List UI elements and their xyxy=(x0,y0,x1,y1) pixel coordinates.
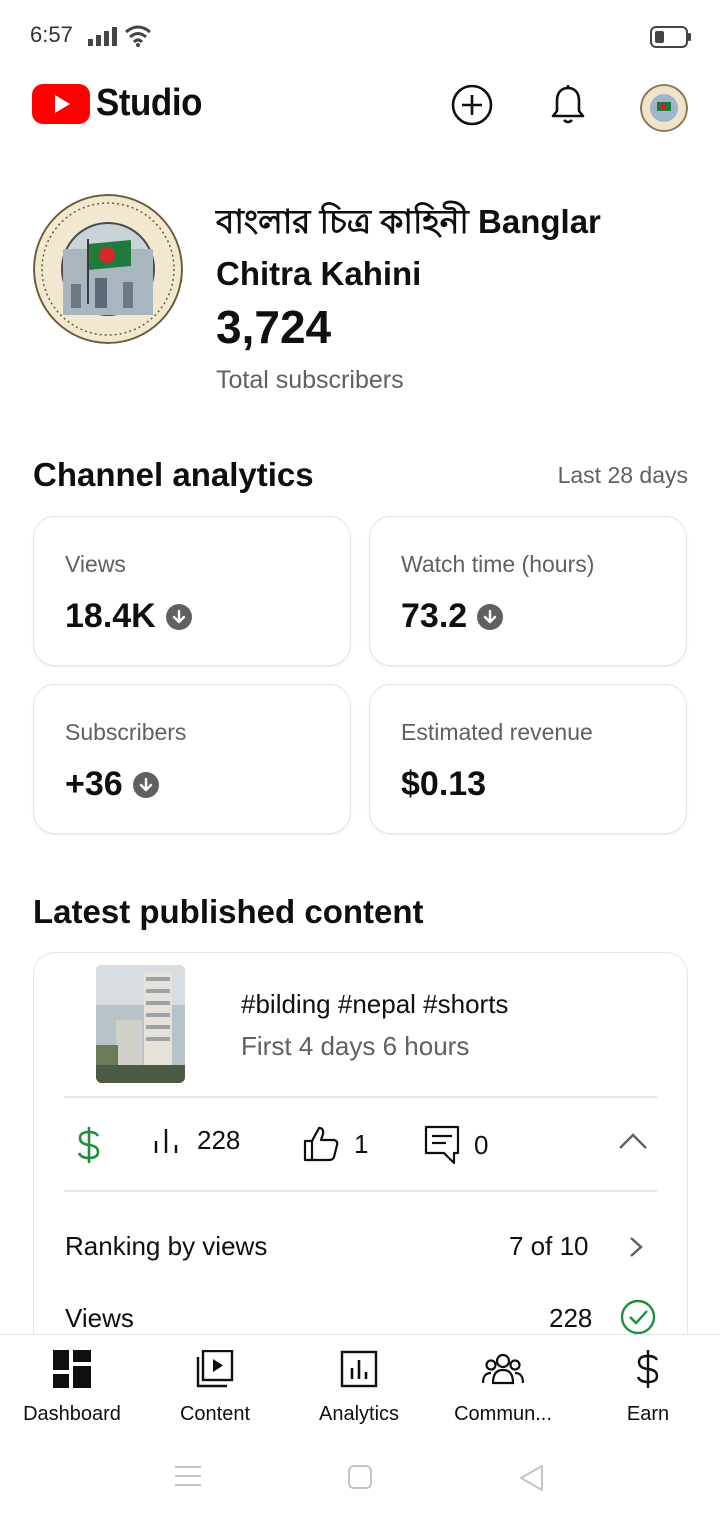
home-icon[interactable] xyxy=(347,1464,373,1490)
video-title[interactable]: #bilding #nepal #shorts xyxy=(241,989,508,1020)
likes-stat: 1 xyxy=(302,1125,368,1163)
comments-stat-value: 0 xyxy=(474,1129,489,1160)
check-circle-icon xyxy=(620,1299,656,1335)
signal-icon xyxy=(88,27,117,46)
card-value: $0.13 xyxy=(401,765,486,804)
wifi-icon xyxy=(125,25,151,47)
nav-label: Dashboard xyxy=(23,1403,121,1425)
divider xyxy=(64,1190,657,1192)
nav-community[interactable]: Commun... xyxy=(431,1349,575,1435)
content-icon xyxy=(196,1350,234,1388)
nav-label: Analytics xyxy=(318,1403,400,1425)
channel-name: বাংলার চিত্র কাহিনী Banglar Chitra Kahin… xyxy=(216,203,601,292)
card-value-text: 73.2 xyxy=(401,597,468,635)
nav-label: Commun... xyxy=(454,1403,552,1425)
comments-stat: 0 xyxy=(424,1125,488,1165)
nav-analytics[interactable]: Analytics xyxy=(287,1349,431,1435)
views-card[interactable]: Views 18.4K xyxy=(33,516,351,666)
nav-label: Content xyxy=(179,1403,251,1425)
bell-icon xyxy=(551,85,585,124)
app-title: Studio xyxy=(96,82,202,124)
channel-logo xyxy=(33,194,183,344)
comment-icon xyxy=(424,1125,460,1165)
collapse-button[interactable] xyxy=(618,1131,648,1156)
system-navigation xyxy=(0,1434,720,1520)
card-value: 73.2 xyxy=(401,597,504,636)
battery-icon xyxy=(650,26,691,48)
subscribers-card[interactable]: Subscribers +36 xyxy=(33,684,351,834)
latest-content-card: #bilding #nepal #shorts First 4 days 6 h… xyxy=(33,952,688,1372)
dashboard-icon xyxy=(53,1350,91,1388)
card-label: Views xyxy=(65,551,126,577)
card-label: Watch time (hours) xyxy=(401,551,595,577)
card-value: +36 xyxy=(65,765,159,804)
bar-chart-icon xyxy=(154,1128,178,1153)
arrow-down-icon xyxy=(477,603,504,630)
nav-label: Earn xyxy=(626,1403,670,1425)
nav-dashboard[interactable]: Dashboard xyxy=(0,1349,144,1435)
ranking-value: 7 of 10 xyxy=(509,1231,589,1261)
bottom-navigation: Dashboard Content Analytics Commun... Ea… xyxy=(0,1334,720,1434)
status-time: 6:57 xyxy=(30,22,73,47)
views-row-value: 228 xyxy=(549,1303,593,1333)
arrow-down-icon xyxy=(165,603,192,630)
account-avatar[interactable] xyxy=(640,84,688,132)
views-stat: 228 xyxy=(153,1125,240,1156)
monetization-status xyxy=(76,1125,102,1165)
video-thumbnail-image xyxy=(96,965,185,1083)
card-value-text: +36 xyxy=(65,765,123,803)
menu-icon[interactable] xyxy=(174,1464,202,1488)
chevron-right-icon[interactable] xyxy=(628,1235,644,1259)
divider xyxy=(64,1096,657,1098)
likes-stat-value: 1 xyxy=(354,1128,369,1159)
video-stats-row: 228 1 0 xyxy=(34,1099,687,1191)
card-label: Subscribers xyxy=(65,719,187,745)
create-button[interactable] xyxy=(449,82,495,128)
app-header: Studio xyxy=(0,72,720,136)
chevron-up-icon xyxy=(619,1133,647,1149)
card-value: 18.4K xyxy=(65,597,192,636)
views-row-label: Views xyxy=(65,1303,134,1333)
card-label: Estimated revenue xyxy=(401,719,593,745)
thumbs-up-icon xyxy=(303,1126,339,1162)
nav-content[interactable]: Content xyxy=(143,1349,287,1435)
channel-avatar-icon xyxy=(640,84,688,132)
video-thumbnail[interactable] xyxy=(96,965,185,1083)
analytics-title: Channel analytics xyxy=(33,456,314,493)
community-icon xyxy=(482,1353,524,1385)
analytics-icon xyxy=(340,1350,378,1388)
status-bar: 6:57 xyxy=(0,0,720,72)
watch-time-card[interactable]: Watch time (hours) 73.2 xyxy=(369,516,687,666)
card-value-text: $0.13 xyxy=(401,765,487,803)
nav-earn[interactable]: Earn xyxy=(576,1349,720,1435)
youtube-logo-icon xyxy=(32,84,90,124)
arrow-down-icon xyxy=(132,771,159,798)
back-icon[interactable] xyxy=(518,1464,544,1492)
analytics-range: Last 28 days xyxy=(557,462,688,488)
dollar-icon xyxy=(636,1350,659,1388)
subscriber-count: 3,724 xyxy=(216,301,332,353)
ranking-label: Ranking by views xyxy=(65,1231,268,1261)
card-value-text: 18.4K xyxy=(65,597,156,635)
notifications-button[interactable] xyxy=(545,82,591,128)
video-subtitle: First 4 days 6 hours xyxy=(241,1031,470,1061)
add-circle-icon xyxy=(451,84,493,126)
latest-content-title: Latest published content xyxy=(33,893,424,930)
dollar-icon xyxy=(77,1127,100,1163)
subscriber-label: Total subscribers xyxy=(216,366,404,394)
views-stat-value: 228 xyxy=(197,1125,241,1155)
channel-logo-image xyxy=(33,194,183,344)
revenue-card[interactable]: Estimated revenue $0.13 xyxy=(369,684,687,834)
